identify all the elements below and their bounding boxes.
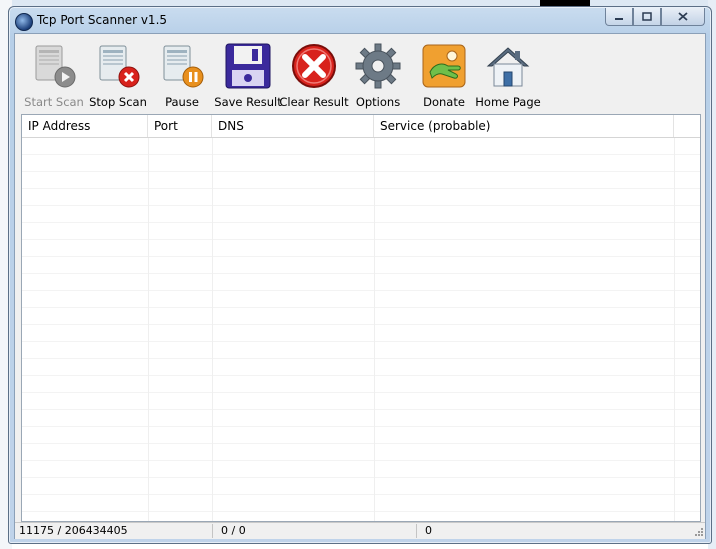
start-scan-button[interactable]: Start Scan	[21, 40, 87, 109]
close-button[interactable]	[661, 8, 705, 26]
results-list-body[interactable]	[22, 138, 700, 521]
column-header-ip-address[interactable]: IP Address	[22, 115, 148, 137]
floppy-disk-icon	[225, 43, 271, 89]
minimize-icon	[615, 17, 623, 20]
column-header-service[interactable]: Service (probable)	[374, 115, 674, 137]
stop-scan-button[interactable]: Stop Scan	[85, 40, 151, 109]
column-divider	[212, 138, 213, 521]
clear-result-button[interactable]: Clear Result	[279, 40, 349, 109]
minimize-button[interactable]	[605, 8, 633, 26]
client-area: Start Scan Stop Scan Pause Save Result C…	[14, 33, 706, 539]
status-found: 0	[425, 524, 432, 537]
title-bar[interactable]: Tcp Port Scanner v1.5	[9, 7, 711, 33]
options-button[interactable]: Options	[345, 40, 411, 109]
pause-icon	[163, 45, 204, 88]
close-icon	[678, 12, 688, 21]
column-header-dns[interactable]: DNS	[212, 115, 374, 137]
clear-x-icon	[292, 44, 336, 88]
donate-button[interactable]: Donate	[411, 40, 477, 109]
app-window: Tcp Port Scanner v1.5 Start Scan Stop Sc…	[8, 6, 712, 544]
app-icon	[15, 13, 33, 31]
stop-scan-icon	[99, 45, 140, 88]
donate-hand-icon	[422, 44, 466, 88]
maximize-button[interactable]	[633, 8, 661, 26]
column-divider	[374, 138, 375, 521]
home-page-button[interactable]: Home Page	[475, 40, 541, 109]
maximize-icon	[642, 12, 652, 21]
results-list[interactable]: IP Address Port DNS Service (probable)	[21, 114, 701, 522]
window-title: Tcp Port Scanner v1.5	[37, 13, 168, 27]
pause-button[interactable]: Pause	[149, 40, 215, 109]
resize-grip-icon[interactable]	[693, 526, 703, 536]
status-open-ports: 0 / 0	[217, 524, 417, 538]
start-scan-icon	[35, 45, 76, 88]
results-list-header: IP Address Port DNS Service (probable)	[22, 115, 700, 138]
caption-buttons	[605, 8, 705, 26]
column-header-port[interactable]: Port	[148, 115, 212, 137]
status-bar: 11175 / 206434405 0 / 0 0	[15, 522, 705, 539]
column-divider	[674, 138, 675, 521]
gear-icon	[355, 43, 401, 89]
column-divider	[148, 138, 149, 521]
home-page-label: Home Page	[475, 95, 541, 109]
toolbar: Start Scan Stop Scan Pause Save Result C…	[15, 34, 705, 112]
save-result-button[interactable]: Save Result	[214, 40, 282, 109]
home-icon	[486, 47, 530, 87]
status-progress: 11175 / 206434405	[15, 524, 213, 538]
